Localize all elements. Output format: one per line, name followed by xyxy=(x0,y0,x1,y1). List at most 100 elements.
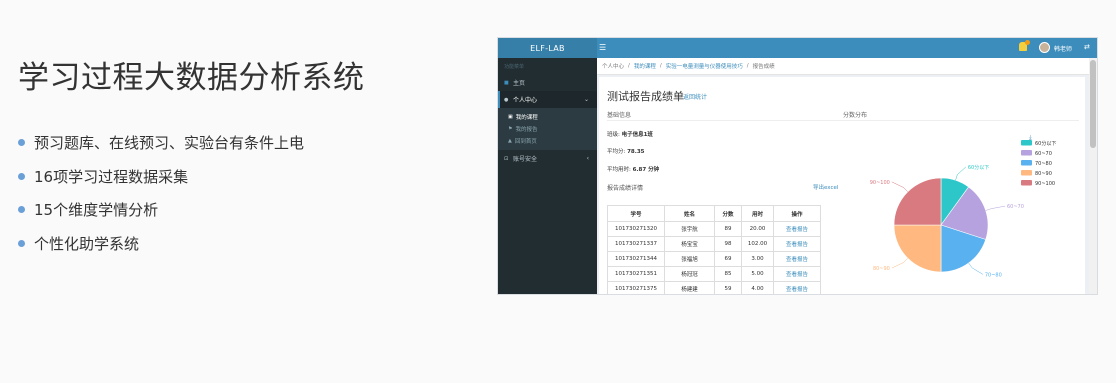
breadcrumb-item[interactable]: 实验一电量测量与仪器使用技巧 xyxy=(666,62,743,70)
sidebar-subitem-my-reports[interactable]: ⚑ 我的报告 xyxy=(498,123,597,135)
share-icon[interactable]: ⇄ xyxy=(1084,43,1090,51)
legend-label[interactable]: 60~70 xyxy=(1035,151,1052,157)
export-excel-link[interactable]: 导出excel xyxy=(813,183,838,191)
class-info: 班级: 电子信息1班 xyxy=(607,132,653,138)
breadcrumb-item[interactable]: 我的课程 xyxy=(634,62,656,70)
sidebar-submenu: ▣ 我的课程 ⚑ 我的报告 ▲ 回到首页 xyxy=(498,108,597,150)
column-header[interactable]: 分数 xyxy=(714,205,742,222)
table-cell: 3.00 xyxy=(741,251,774,267)
user-name[interactable]: 韩老师 xyxy=(1054,44,1072,53)
view-report-link[interactable]: 查看报告 xyxy=(773,251,821,267)
chevron-down-icon: ⌄ xyxy=(583,96,589,103)
view-report-link[interactable]: 查看报告 xyxy=(773,221,821,237)
report-detail-heading: 报告成绩详情 xyxy=(607,185,644,192)
slice-label: 80~90 xyxy=(873,266,890,272)
table-cell: 张福旭 xyxy=(664,251,715,267)
pie-chart: 60分以下60~7070~8080~9090~100⤓60分以下60~7070~… xyxy=(870,134,1057,278)
top-navbar: ELF-LAB ☰ 韩老师 ⇄ xyxy=(498,38,1097,58)
sidebar-item-personal-center[interactable]: ● 个人中心 ⌄ xyxy=(498,91,597,108)
legend-label[interactable]: 80~90 xyxy=(1035,171,1052,177)
slice-label: 60分以下 xyxy=(968,164,989,171)
legend-swatch[interactable] xyxy=(1021,160,1032,166)
home-icon: ■ xyxy=(504,79,509,86)
sidebar-item-account-security[interactable]: ⊡ 账号安全 ‹ xyxy=(498,150,597,167)
column-header[interactable]: 学号 xyxy=(607,205,665,222)
bullet-dot-icon xyxy=(18,139,25,147)
table-cell: 杨冠冠 xyxy=(664,266,715,282)
sidebar-subitem-my-courses[interactable]: ▣ 我的课程 xyxy=(498,111,597,123)
user-icon: ● xyxy=(504,96,509,103)
table-cell: 69 xyxy=(714,251,742,267)
bullet-dot-icon xyxy=(18,239,25,247)
view-report-link[interactable]: 查看报告 xyxy=(773,266,821,282)
table-cell: 5.00 xyxy=(741,266,774,282)
table-cell: 20.00 xyxy=(741,221,774,237)
legend-label[interactable]: 70~80 xyxy=(1035,161,1052,167)
average-time: 平均用时: 6.87 分钟 xyxy=(607,167,660,173)
slice-label-line xyxy=(955,166,967,181)
scrollbar-thumb[interactable] xyxy=(1090,60,1096,148)
legend-swatch[interactable] xyxy=(1021,180,1032,186)
lock-icon: ⊡ xyxy=(504,155,509,162)
view-report-link[interactable]: 查看报告 xyxy=(773,236,821,252)
menu-toggle-icon[interactable]: ☰ xyxy=(599,43,606,52)
book-icon: ▣ xyxy=(508,114,513,120)
pie-slice[interactable] xyxy=(893,177,942,226)
pie-slice[interactable] xyxy=(893,224,942,273)
view-report-link[interactable]: 查看报告 xyxy=(773,281,821,294)
slice-label: 70~80 xyxy=(985,272,1002,278)
slice-label: 90~100 xyxy=(870,180,890,186)
slide-title: 学习过程大数据分析系统 xyxy=(18,60,365,96)
feature-item: 16项学习过程数据采集 xyxy=(18,160,304,194)
table-cell: 59 xyxy=(714,281,742,294)
column-header[interactable]: 姓名 xyxy=(664,205,715,222)
divider xyxy=(607,120,1079,121)
legend-swatch[interactable] xyxy=(1021,150,1032,156)
flag-icon: ⚑ xyxy=(508,126,513,132)
back-to-stats-link[interactable]: 返回统计 xyxy=(683,92,707,101)
table-cell: 张宇航 xyxy=(664,221,715,237)
table-cell: 101730271344 xyxy=(607,251,665,267)
table-row: 101730271344 张福旭 69 3.00 查看报告 xyxy=(607,251,821,267)
breadcrumb: 个人中心 / 我的课程 / 实验一电量测量与仪器使用技巧 / 报告成绩 xyxy=(597,58,1097,75)
feature-item: 预习题库、在线预习、实验台有条件上电 xyxy=(18,126,304,160)
slice-label-line xyxy=(891,258,908,269)
score-table: 学号 姓名 分数 用时 操作 101730271320 张宇航 89 20.00 查看报… xyxy=(607,205,821,294)
page-title: 测试报告成绩单 xyxy=(607,90,684,103)
table-row: 101730271320 张宇航 89 20.00 查看报告 xyxy=(607,221,821,237)
sidebar-item-home[interactable]: ■ 主页 xyxy=(498,74,597,91)
bullet-dot-icon xyxy=(18,172,25,180)
score-distribution-chart: 60分以下 60~70 70~80 80~90 90~100 ⤓ 60分以下 60~70 70~… xyxy=(843,127,1085,294)
legend-label[interactable]: 90~100 xyxy=(1035,181,1055,187)
breadcrumb-item: 报告成绩 xyxy=(752,64,775,70)
column-header[interactable]: 用时 xyxy=(741,205,774,222)
table-cell: 101730271320 xyxy=(607,221,665,237)
sidebar: 功能菜单 ■ 主页 ● 个人中心 ⌄ ▣ 我的课程 ⚑ 我的报告 ▲ 回到首页 ⊡ 账… xyxy=(498,58,597,294)
feature-item: 个性化助学系统 xyxy=(18,227,304,261)
table-cell: 89 xyxy=(714,221,742,237)
slice-label: 60~70 xyxy=(1007,204,1024,210)
table-cell: 101730271375 xyxy=(607,281,665,294)
slice-label-line xyxy=(985,205,1006,211)
table-cell: 101730271351 xyxy=(607,266,665,282)
table-row: 101730271375 杨建建 59 4.00 查看报告 xyxy=(607,281,821,294)
download-icon[interactable]: ⤓ xyxy=(1029,134,1032,141)
report-card: 测试报告成绩单 返回统计 基础信息 分数分布 班级: 电子信息1班 平均分: 7… xyxy=(599,77,1085,294)
sidebar-header: 功能菜单 xyxy=(504,64,525,70)
notification-badge xyxy=(1025,40,1030,45)
slice-label-line xyxy=(891,181,908,192)
breadcrumb-item[interactable]: 个人中心 xyxy=(602,62,624,70)
avatar[interactable] xyxy=(1039,42,1050,53)
legend-swatch[interactable] xyxy=(1021,140,1032,146)
legend-swatch[interactable] xyxy=(1021,170,1032,176)
distribution-heading: 分数分布 xyxy=(843,112,868,119)
sidebar-subitem-home[interactable]: ▲ 回到首页 xyxy=(498,135,597,147)
table-cell: 98 xyxy=(714,236,742,252)
table-header-row: 学号 姓名 分数 用时 操作 xyxy=(607,205,821,222)
feature-item: 15个维度学情分析 xyxy=(18,193,304,227)
column-header: 操作 xyxy=(773,205,821,222)
legend-label[interactable]: 60分以下 xyxy=(1035,140,1056,147)
app-logo[interactable]: ELF-LAB xyxy=(498,38,597,58)
person-icon: ▲ xyxy=(508,138,512,144)
chevron-left-icon: ‹ xyxy=(586,155,589,162)
